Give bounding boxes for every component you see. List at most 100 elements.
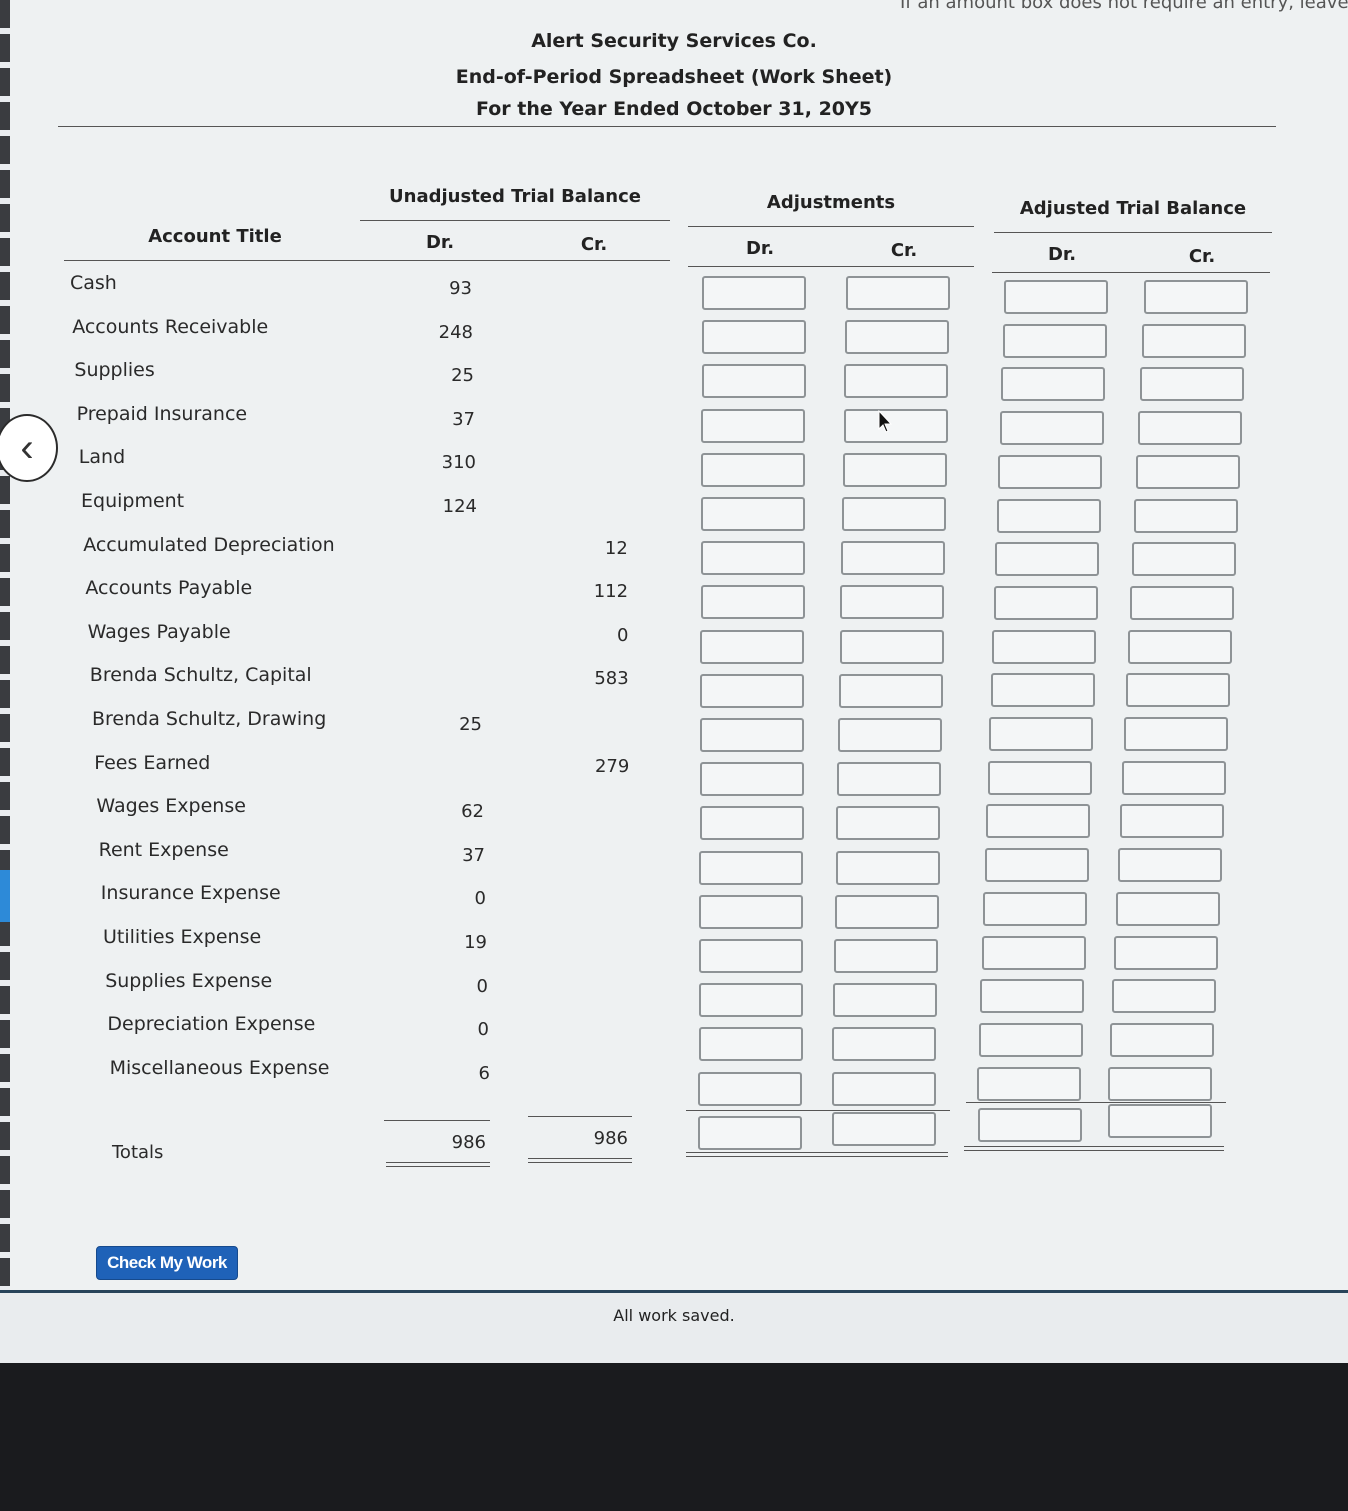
- adjusted-dr-input[interactable]: [978, 1022, 1083, 1057]
- adjusted-cr-input[interactable]: [1120, 804, 1224, 839]
- adjustments-dr-input[interactable]: [699, 762, 804, 797]
- adjustments-dr-input[interactable]: [701, 408, 806, 443]
- adjusted-dr-input[interactable]: [995, 542, 1099, 577]
- adjusted-dr-input[interactable]: [990, 673, 1095, 708]
- adjustments-cr-input[interactable]: [844, 364, 949, 399]
- adjusted-dr-input[interactable]: [1002, 323, 1107, 358]
- mouse-pointer-icon: [878, 410, 892, 433]
- adjustments-rule: [688, 226, 974, 227]
- adjustments-dr-input[interactable]: [700, 629, 805, 664]
- adjustments-cr-input[interactable]: [837, 762, 942, 797]
- adjustments-cr-input[interactable]: [834, 939, 938, 973]
- account-title-heading: Account Title: [148, 226, 282, 247]
- adjustments-dr-input[interactable]: [698, 1071, 803, 1106]
- adjustments-cr-input[interactable]: [842, 497, 946, 531]
- adjusted-cr-input[interactable]: [1140, 367, 1244, 402]
- adjustments-cr-input[interactable]: [843, 408, 948, 443]
- cr-total-double-rule: [528, 1158, 632, 1163]
- adjusted-dr-input[interactable]: [981, 935, 1086, 970]
- adjustments-dr-input[interactable]: [701, 497, 805, 531]
- adjusted-cr-input[interactable]: [1110, 1022, 1214, 1057]
- adjusted-cr-input[interactable]: [1142, 323, 1246, 358]
- adjustments-dr-input[interactable]: [698, 983, 803, 1018]
- adjustments-cr-input[interactable]: [836, 806, 941, 841]
- adjustments-dr-input[interactable]: [698, 1027, 803, 1062]
- unadjusted-dr-cell: 0: [477, 1019, 489, 1041]
- adjustments-cr-input[interactable]: [840, 585, 945, 620]
- cr-sum-rule: [528, 1116, 632, 1117]
- adjustments-cr-input[interactable]: [838, 718, 942, 752]
- adjusted-cr-input[interactable]: [1130, 585, 1234, 620]
- adjusted-cr-input[interactable]: [1108, 1066, 1212, 1101]
- adjusted-dr-input[interactable]: [998, 454, 1102, 489]
- adjustments-dr-input[interactable]: [700, 585, 805, 620]
- unadjusted-dr-cell: 6: [478, 1062, 490, 1084]
- adjusted-cr-input[interactable]: [1112, 979, 1216, 1014]
- adjusted-cr-input[interactable]: [1132, 542, 1236, 577]
- adjustments-cr-input[interactable]: [842, 452, 947, 487]
- adjusted-dr-input[interactable]: [983, 891, 1087, 926]
- adjustments-dr-input[interactable]: [702, 276, 806, 310]
- account-title-cell: Rent Expense: [98, 838, 229, 861]
- adjusted-dr-input[interactable]: [986, 804, 1090, 839]
- adjustments-dr-input[interactable]: [700, 541, 805, 576]
- adjustments-dr-input[interactable]: [701, 320, 806, 355]
- adjustments-dr-input[interactable]: [699, 806, 804, 841]
- adjustments-total-double-rule: [686, 1152, 948, 1157]
- adjustments-cr-input[interactable]: [833, 983, 938, 1018]
- adjusted-cr-input[interactable]: [1122, 760, 1226, 795]
- adjusted-dr-total-input[interactable]: [978, 1108, 1082, 1142]
- adjustments-dr-input[interactable]: [701, 452, 806, 487]
- adjusted-dr-input[interactable]: [992, 629, 1096, 664]
- adjustments-cr-heading: Cr.: [890, 240, 918, 261]
- adjusted-dr-input[interactable]: [977, 1066, 1081, 1101]
- adjustments-cr-input[interactable]: [839, 629, 944, 664]
- adjusted-cr-input[interactable]: [1124, 717, 1228, 751]
- adjusted-cr-input[interactable]: [1138, 411, 1242, 446]
- adjusted-dr-input[interactable]: [1001, 367, 1105, 402]
- adjusted-dr-input[interactable]: [980, 979, 1084, 1014]
- adjusted-cr-input[interactable]: [1134, 498, 1238, 533]
- adjustments-dr-input[interactable]: [699, 894, 804, 929]
- unadjusted-dr-cell: 62: [461, 801, 484, 823]
- adjustments-dr-input[interactable]: [701, 364, 806, 399]
- adjustments-cr-input[interactable]: [846, 276, 950, 310]
- unadjusted-cr-cell: 0: [616, 624, 629, 646]
- adjustments-dr-input[interactable]: [699, 850, 804, 885]
- adjustments-cr-input[interactable]: [845, 320, 950, 355]
- adjustments-cr-input[interactable]: [835, 850, 940, 885]
- adjustments-cr-input[interactable]: [834, 894, 939, 929]
- account-title-cell: Depreciation Expense: [107, 1013, 316, 1036]
- adjusted-cr-input[interactable]: [1116, 891, 1220, 926]
- adjusted-cr-input[interactable]: [1144, 280, 1248, 314]
- check-my-work-button[interactable]: Check My Work: [96, 1246, 238, 1280]
- adjusted-dr-input[interactable]: [1004, 280, 1108, 314]
- adjustments-cr-input[interactable]: [838, 673, 943, 708]
- adjusted-dr-input[interactable]: [987, 760, 1092, 795]
- unadjusted-rule: [360, 220, 670, 221]
- adjustments-dr-input[interactable]: [699, 939, 803, 973]
- adjustments-dr-input[interactable]: [700, 673, 805, 708]
- adjusted-cr-input[interactable]: [1128, 629, 1232, 664]
- adjusted-cr-input[interactable]: [1126, 673, 1230, 708]
- adjustments-dr-input[interactable]: [700, 718, 804, 752]
- adjusted-cr-total-input[interactable]: [1108, 1104, 1212, 1138]
- adjusted-dr-input[interactable]: [984, 848, 1089, 883]
- account-title-cell: Supplies: [74, 359, 155, 382]
- adjusted-cr-input[interactable]: [1118, 848, 1222, 883]
- company-name: Alert Security Services Co.: [531, 30, 817, 52]
- adjusted-dr-input[interactable]: [996, 498, 1101, 533]
- adjusted-sum-rule: [966, 1102, 1226, 1103]
- adjusted-dr-input[interactable]: [999, 411, 1104, 446]
- adjusted-cr-input[interactable]: [1114, 935, 1218, 970]
- account-title-cell: Cash: [70, 272, 117, 294]
- adjustments-cr-input[interactable]: [831, 1071, 936, 1106]
- adjustments-cr-total-input[interactable]: [832, 1112, 936, 1146]
- account-title-cell: Prepaid Insurance: [76, 402, 248, 425]
- adjusted-cr-input[interactable]: [1136, 454, 1240, 489]
- adjusted-dr-input[interactable]: [993, 585, 1098, 620]
- adjustments-dr-total-input[interactable]: [698, 1116, 802, 1150]
- adjustments-cr-input[interactable]: [832, 1027, 937, 1062]
- adjustments-cr-input[interactable]: [841, 541, 946, 576]
- adjusted-dr-input[interactable]: [989, 717, 1093, 751]
